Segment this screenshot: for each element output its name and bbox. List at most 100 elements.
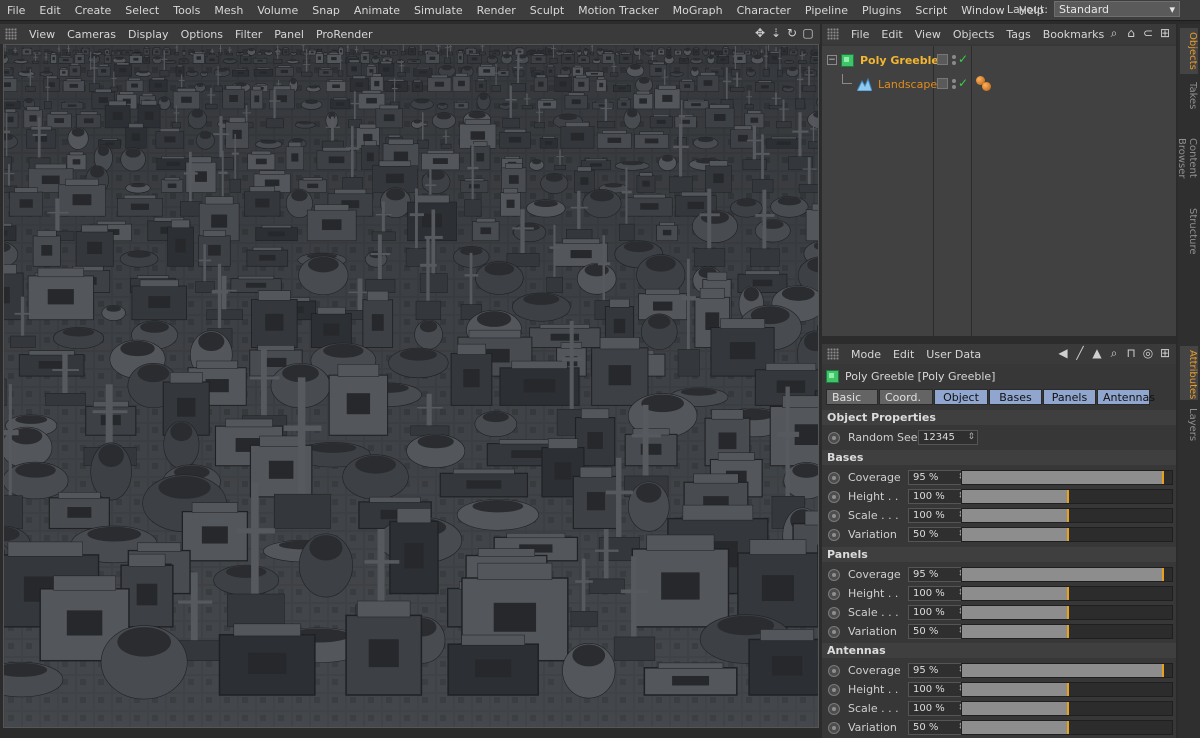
om-menu-objects[interactable]: Objects <box>947 28 1001 41</box>
animate-radio-icon[interactable] <box>828 683 840 696</box>
param-value-input[interactable]: 100 % <box>908 586 968 601</box>
viewport-menu-filter[interactable]: Filter <box>229 28 268 41</box>
rotate-view-icon[interactable]: ↻ <box>786 26 798 40</box>
3d-viewport[interactable] <box>3 44 819 728</box>
animate-radio-icon[interactable] <box>828 528 840 541</box>
viewport-menu-prorender[interactable]: ProRender <box>310 28 379 41</box>
animate-radio-icon[interactable] <box>828 568 840 581</box>
zoom-view-icon[interactable]: ⇣ <box>770 26 782 40</box>
menu-script[interactable]: Script <box>908 4 954 17</box>
random-seed-input[interactable]: 12345 <box>918 430 978 445</box>
side-tab-attributes[interactable]: Attributes <box>1180 346 1198 400</box>
side-tab-takes[interactable]: Takes <box>1180 78 1198 112</box>
slider-knob[interactable] <box>1067 683 1069 696</box>
viewport-menu-options[interactable]: Options <box>175 28 229 41</box>
om-menu-bookmarks[interactable]: Bookmarks <box>1037 28 1110 41</box>
tab-panels[interactable]: Panels <box>1043 389 1096 405</box>
link-icon[interactable]: ⊂ <box>1141 26 1155 40</box>
menu-character[interactable]: Character <box>730 4 798 17</box>
panel-grip-icon[interactable] <box>5 28 17 40</box>
menu-window[interactable]: Window <box>954 4 1011 17</box>
om-menu-tags[interactable]: Tags <box>1000 28 1036 41</box>
side-tab-content-browser[interactable]: Content Browser <box>1176 116 1198 200</box>
object-row-landscape[interactable]: Landscape ✓ <box>822 73 1176 95</box>
am-menu-mode[interactable]: Mode <box>845 348 887 361</box>
param-slider[interactable] <box>961 624 1173 639</box>
menu-edit[interactable]: Edit <box>32 4 67 17</box>
om-grip-icon[interactable] <box>827 28 839 40</box>
target-icon[interactable]: ◎ <box>1141 346 1155 360</box>
om-menu-file[interactable]: File <box>845 28 875 41</box>
visibility-dots-icon[interactable] <box>952 79 956 89</box>
menu-pipeline[interactable]: Pipeline <box>798 4 855 17</box>
add-panel-icon[interactable]: ⊞ <box>1158 26 1172 40</box>
param-value-input[interactable]: 50 % <box>908 720 968 735</box>
param-slider[interactable] <box>961 605 1173 620</box>
tab-object[interactable]: Object <box>934 389 988 405</box>
slider-knob[interactable] <box>1067 490 1069 503</box>
tab-bases[interactable]: Bases <box>989 389 1042 405</box>
tab-antennas[interactable]: Antennas <box>1097 389 1155 405</box>
side-tab-structure[interactable]: Structure <box>1180 204 1198 258</box>
collapse-toggle-icon[interactable]: − <box>827 55 837 65</box>
param-value-input[interactable]: 100 % <box>908 489 968 504</box>
param-value-input[interactable]: 100 % <box>908 701 968 716</box>
viewport-menu-view[interactable]: View <box>23 28 61 41</box>
param-value-input[interactable]: 100 % <box>908 508 968 523</box>
menu-snap[interactable]: Snap <box>305 4 347 17</box>
tab-coord[interactable]: Coord. <box>879 389 933 405</box>
param-slider[interactable] <box>961 527 1173 542</box>
add-panel-icon[interactable]: ⊞ <box>1158 346 1172 360</box>
slider-knob[interactable] <box>1067 509 1069 522</box>
toggle-view-icon[interactable]: ▢ <box>802 26 814 40</box>
param-slider[interactable] <box>961 663 1173 678</box>
menu-sculpt[interactable]: Sculpt <box>523 4 571 17</box>
animate-radio-icon[interactable] <box>828 431 840 444</box>
side-tab-layers[interactable]: Layers <box>1180 404 1198 442</box>
animate-radio-icon[interactable] <box>828 490 840 503</box>
enabled-check-icon[interactable]: ✓ <box>958 52 968 66</box>
layer-toggle-icon[interactable] <box>937 54 948 65</box>
animate-radio-icon[interactable] <box>828 721 840 734</box>
object-name-poly-greeble[interactable]: Poly Greeble <box>860 54 939 67</box>
param-value-input[interactable]: 95 % <box>908 470 968 485</box>
home-icon[interactable]: ⌂ <box>1124 26 1138 40</box>
side-tab-objects[interactable]: Objects <box>1180 28 1198 74</box>
am-menu-user-data[interactable]: User Data <box>920 348 987 361</box>
animate-radio-icon[interactable] <box>828 587 840 600</box>
viewport-menu-panel[interactable]: Panel <box>268 28 310 41</box>
lock-icon[interactable]: ⊓ <box>1124 346 1138 360</box>
menu-file[interactable]: File <box>0 4 32 17</box>
object-row-poly-greeble[interactable]: − Poly Greeble ✓ <box>822 49 1176 71</box>
layout-dropdown[interactable]: Standard ▾ <box>1054 1 1180 17</box>
search-icon[interactable]: ⌕ <box>1107 346 1121 360</box>
menu-motion-tracker[interactable]: Motion Tracker <box>571 4 665 17</box>
panel-divider[interactable] <box>822 336 1176 344</box>
animate-radio-icon[interactable] <box>828 471 840 484</box>
visibility-dots-icon[interactable] <box>952 55 956 65</box>
object-name-landscape[interactable]: Landscape <box>878 78 937 91</box>
slider-knob[interactable] <box>1067 587 1069 600</box>
menu-mograph[interactable]: MoGraph <box>666 4 730 17</box>
back-arrow-icon[interactable]: ◀ <box>1056 346 1070 360</box>
param-slider[interactable] <box>961 470 1173 485</box>
param-value-input[interactable]: 50 % <box>908 624 968 639</box>
menu-simulate[interactable]: Simulate <box>407 4 470 17</box>
animate-radio-icon[interactable] <box>828 664 840 677</box>
forward-line-icon[interactable]: ╱ <box>1073 346 1087 360</box>
slider-knob[interactable] <box>1162 471 1164 484</box>
slider-knob[interactable] <box>1067 606 1069 619</box>
animate-radio-icon[interactable] <box>828 625 840 638</box>
param-slider[interactable] <box>961 586 1173 601</box>
slider-knob[interactable] <box>1067 625 1069 638</box>
slider-knob[interactable] <box>1162 664 1164 677</box>
param-slider[interactable] <box>961 489 1173 504</box>
animate-radio-icon[interactable] <box>828 702 840 715</box>
am-grip-icon[interactable] <box>827 348 839 360</box>
om-menu-view[interactable]: View <box>909 28 947 41</box>
menu-animate[interactable]: Animate <box>347 4 407 17</box>
om-menu-edit[interactable]: Edit <box>875 28 908 41</box>
menu-tools[interactable]: Tools <box>166 4 207 17</box>
param-slider[interactable] <box>961 701 1173 716</box>
param-value-input[interactable]: 100 % <box>908 682 968 697</box>
